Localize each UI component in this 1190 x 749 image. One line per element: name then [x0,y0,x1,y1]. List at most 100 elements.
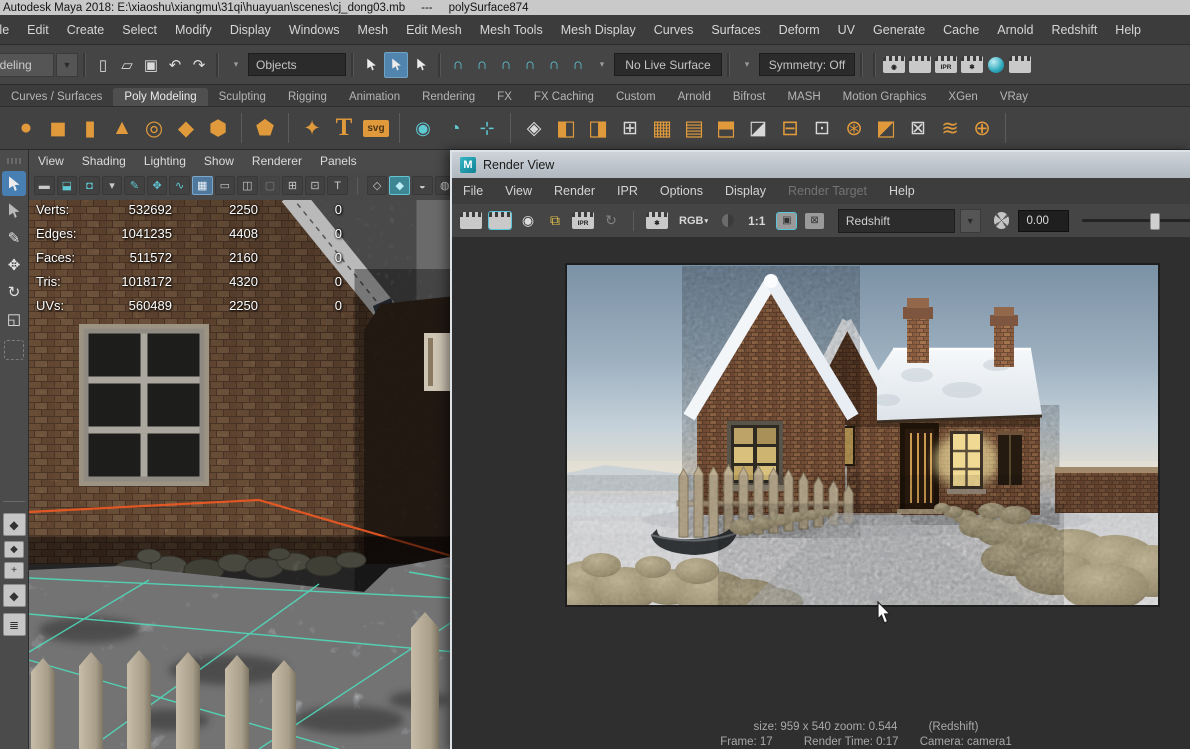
grid-toggle-icon[interactable]: ▦ [192,176,213,195]
renderview-menu-display[interactable]: Display [714,184,777,198]
select-tool-icon[interactable] [2,171,26,196]
menuset-dropdown-arrow-icon[interactable]: ▼ [56,53,78,77]
render-settings-icon[interactable]: ✱ [646,212,668,229]
poly-cylinder-icon[interactable]: ▮ [75,113,105,143]
shelf-tab-custom[interactable]: Custom [605,88,667,106]
pause-ipr-icon[interactable]: ↻ [600,209,622,233]
render-view-canvas[interactable]: size: 959 x 540 zoom: 0.544 (Redshift) F… [452,237,1190,749]
render-layers-icon[interactable]: ⧉ [544,209,566,233]
poly-plane-icon[interactable]: ◆ [171,113,201,143]
live-surface-field[interactable]: No Live Surface [614,53,722,76]
add-pane-layout-icon[interactable]: + [4,562,24,579]
poly-cone-icon[interactable]: ▲ [107,113,137,143]
move-pivot-icon[interactable]: ✥ [147,176,168,195]
shelf-tab-animation[interactable]: Animation [338,88,411,106]
exposure-field[interactable]: 0.00 [1018,210,1068,232]
ipr-render-icon[interactable]: IPR [572,212,594,229]
fill-hole-icon[interactable]: ▦ [647,113,677,143]
target-weld-icon[interactable]: ⊕ [967,113,997,143]
select-object-mode-icon[interactable] [384,52,408,78]
snap-to-view-plane-icon[interactable]: ∩ [543,53,565,77]
reduce-icon[interactable]: ▤ [679,113,709,143]
wireframe-mode-icon[interactable]: ◇ [367,176,388,195]
snap-to-curve-icon[interactable]: ∩ [471,53,493,77]
shelf-tab-xgen[interactable]: XGen [937,88,988,106]
shelf-tab-mash[interactable]: MASH [776,88,831,106]
time-editor-icon[interactable]: ◔ [440,113,470,143]
platonic-solid-icon[interactable]: ⬟ [250,113,280,143]
render-view-icon[interactable]: ◉ [883,56,905,73]
super-shape-icon[interactable]: ✦ [297,113,327,143]
joint-tool-icon[interactable]: ◉ [408,113,438,143]
display-alpha-icon[interactable] [722,214,734,227]
ipr-render-icon[interactable]: IPR [935,56,957,73]
separate-icon[interactable]: ◧ [551,113,581,143]
display-rgb-button[interactable]: RGB▾ [673,215,714,227]
renderer-select[interactable]: Redshift [838,209,955,233]
menu-select[interactable]: Select [113,23,166,37]
bookmark-icon[interactable]: ▾ [102,176,123,195]
poly-sphere-icon[interactable]: ● [11,113,41,143]
snap-options-dropdown-icon[interactable]: ▾ [591,53,613,77]
renderview-menu-view[interactable]: View [494,184,543,198]
selection-mask-dropdown-icon[interactable]: ▾ [225,53,247,77]
shelf-tab-poly-modeling[interactable]: Poly Modeling [113,88,207,106]
exposure-slider[interactable] [1082,219,1190,222]
redo-icon[interactable]: ↷ [188,53,210,77]
snap-to-grid-icon[interactable]: ∩ [447,53,469,77]
undo-icon[interactable]: ↶ [164,53,186,77]
shelf-tab-rigging[interactable]: Rigging [277,88,338,106]
window-titlebar[interactable]: Autodesk Maya 2018: E:\xiaoshu\xiangmu\3… [0,0,1190,15]
menu-mesh-display[interactable]: Mesh Display [552,23,645,37]
rotate-tool-icon[interactable]: ↻ [2,279,26,304]
marking-icon[interactable]: ∿ [169,176,190,195]
render-region-icon[interactable] [489,212,511,229]
renderview-menu-ipr[interactable]: IPR [606,184,649,198]
exposure-slider-handle[interactable] [1150,213,1160,230]
menu-help[interactable]: Help [1106,23,1150,37]
field-chart-icon[interactable]: ⊞ [282,176,303,195]
paint-selection-tool-icon[interactable]: ✎ [2,225,26,250]
shelf-tab-motion-graphics[interactable]: Motion Graphics [832,88,938,106]
shelf-tab-vray[interactable]: VRay [989,88,1039,106]
bevel-icon[interactable]: ◪ [743,113,773,143]
select-component-mode-icon[interactable] [410,53,432,77]
lock-camera-icon[interactable]: ⬓ [57,176,78,195]
pencil-icon[interactable]: ✎ [124,176,145,195]
render-view-titlebar[interactable]: M Render View [452,152,1190,178]
type-tool-icon[interactable]: T [329,113,359,143]
render-settings-icon[interactable]: ✱ [961,56,983,73]
gate-mask-icon[interactable]: ▢ [260,176,281,195]
four-pane-layout-icon[interactable]: ◆ [3,584,26,607]
menu-edit[interactable]: Edit [18,23,58,37]
safe-title-icon[interactable]: T [327,176,348,195]
render-current-frame-icon[interactable] [909,56,931,73]
shelf-tab-fx-caching[interactable]: FX Caching [523,88,605,106]
shelf-tab-fx[interactable]: FX [486,88,523,106]
svg-tool-icon[interactable]: svg [361,113,391,143]
select-camera-icon[interactable]: ▬ [34,176,55,195]
viewport-menu-show[interactable]: Show [195,154,243,168]
keep-image-icon[interactable]: ▣ [777,213,796,229]
scale-tool-icon[interactable]: ◱ [2,306,26,331]
poly-cube-icon[interactable]: ◼ [43,113,73,143]
shelf-tab-bifrost[interactable]: Bifrost [722,88,777,106]
renderview-menu-options[interactable]: Options [649,184,714,198]
menu-mesh[interactable]: Mesh [349,23,398,37]
duplicate-face-icon[interactable]: ⊞ [615,113,645,143]
menu-cache[interactable]: Cache [934,23,988,37]
shaded-mode-icon[interactable]: ◆ [389,176,410,195]
menu-file[interactable]: File [0,23,18,37]
combine-icon[interactable]: ◈ [519,113,549,143]
outliner-pane-layout-icon[interactable]: ≣ [3,613,26,636]
menu-arnold[interactable]: Arnold [988,23,1042,37]
camera-attributes-icon[interactable]: ◘ [79,176,100,195]
select-hierarchy-mode-icon[interactable] [360,53,382,77]
viewport-menu-panels[interactable]: Panels [311,154,366,168]
viewport-menu-shading[interactable]: Shading [73,154,135,168]
selection-mask-field[interactable]: Objects [248,53,346,76]
symmetry-dropdown-icon[interactable]: ▾ [736,53,758,77]
menu-deform[interactable]: Deform [770,23,829,37]
safe-action-icon[interactable]: ⊡ [305,176,326,195]
circularize-icon[interactable]: ⊛ [839,113,869,143]
